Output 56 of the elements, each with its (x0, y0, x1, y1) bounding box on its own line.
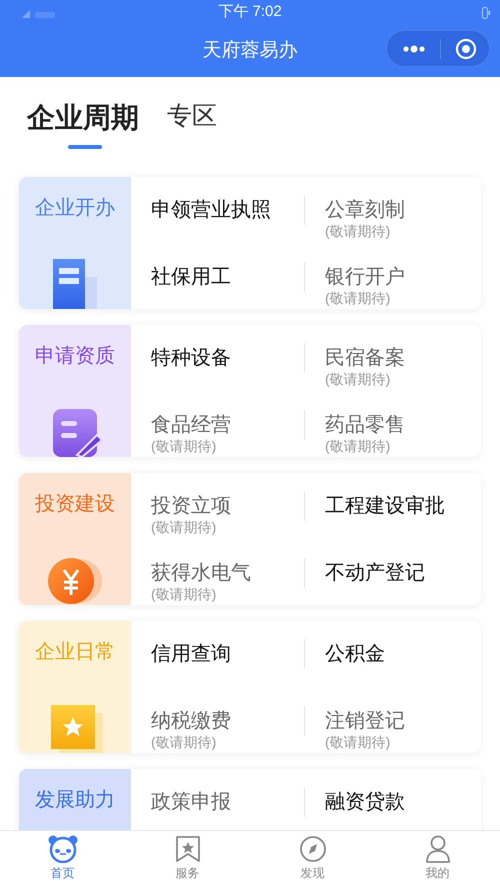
service-label: 银行开户 (325, 265, 405, 289)
service-label: 融资贷款 (325, 790, 405, 814)
coming-soon-note: (敬请期待) (325, 370, 390, 388)
coming-soon-note: (敬请期待) (325, 437, 390, 455)
battery-icon (482, 7, 490, 19)
service-label: 民宿备案 (325, 346, 405, 370)
coming-soon-note: (敬请期待) (325, 289, 390, 307)
compass-icon (298, 835, 326, 863)
service-item[interactable]: 公积金 (305, 642, 481, 666)
service-label: 申领营业执照 (151, 198, 271, 222)
close-icon[interactable] (455, 38, 477, 60)
nav-tab[interactable]: 服务 (125, 831, 250, 888)
tab[interactable]: 专区 (167, 97, 217, 141)
service-label: 信用查询 (151, 642, 231, 666)
coming-soon-note: (敬请期待) (325, 733, 390, 751)
tab[interactable]: 企业周期 (27, 97, 139, 141)
coming-soon-note: (敬请期待) (151, 518, 216, 536)
category-title: 投资建设 (35, 492, 115, 517)
service-item[interactable]: 工程建设审批 (305, 494, 481, 518)
coming-soon-note: (敬请期待) (151, 733, 216, 751)
service-label: 注销登记 (325, 709, 405, 733)
category-title: 发展助力 (35, 788, 115, 813)
service-label: 特种设备 (151, 346, 231, 370)
nav-tab[interactable]: 首页 (0, 831, 125, 888)
service-label: 不动产登记 (325, 561, 425, 585)
service-label: 社保用工 (151, 265, 231, 289)
service-item[interactable]: 信用查询 (131, 642, 304, 666)
category-title: 企业日常 (35, 640, 115, 665)
service-item[interactable]: 社保用工 (131, 265, 304, 289)
status-time: 下午 7:02 (218, 2, 282, 22)
more-icon[interactable] (402, 44, 426, 52)
category-title: 申请资质 (35, 344, 115, 369)
service-label: 药品零售 (325, 413, 405, 437)
service-item[interactable]: 特种设备 (131, 346, 304, 370)
coming-soon-note: (敬请期待) (151, 437, 216, 455)
service-label: 公积金 (325, 642, 385, 666)
coming-soon-note: (敬请期待) (325, 222, 390, 240)
bookmark-star-icon (174, 835, 200, 863)
service-label: 获得水电气 (151, 561, 251, 585)
nav-tab[interactable]: 我的 (375, 831, 500, 888)
coming-soon-note: (敬请期待) (151, 585, 216, 603)
service-label: 纳税缴费 (151, 709, 231, 733)
service-item[interactable]: 申领营业执照 (131, 198, 304, 222)
service-label: 政策申报 (151, 790, 231, 814)
service-item[interactable]: 不动产登记 (305, 561, 481, 585)
service-label: 工程建设审批 (325, 494, 445, 518)
yen-coin-icon (46, 557, 104, 605)
panda-icon (48, 835, 78, 863)
app-title: 天府蓉易办 (202, 38, 298, 63)
user-icon (424, 835, 450, 863)
service-item[interactable]: 融资贷款 (305, 790, 481, 814)
category-title: 企业开办 (35, 196, 115, 221)
service-label: 食品经营 (151, 413, 231, 437)
service-label: 公章刻制 (325, 198, 405, 222)
nav-tab[interactable]: 发现 (250, 831, 375, 888)
service-label: 投资立项 (151, 494, 231, 518)
